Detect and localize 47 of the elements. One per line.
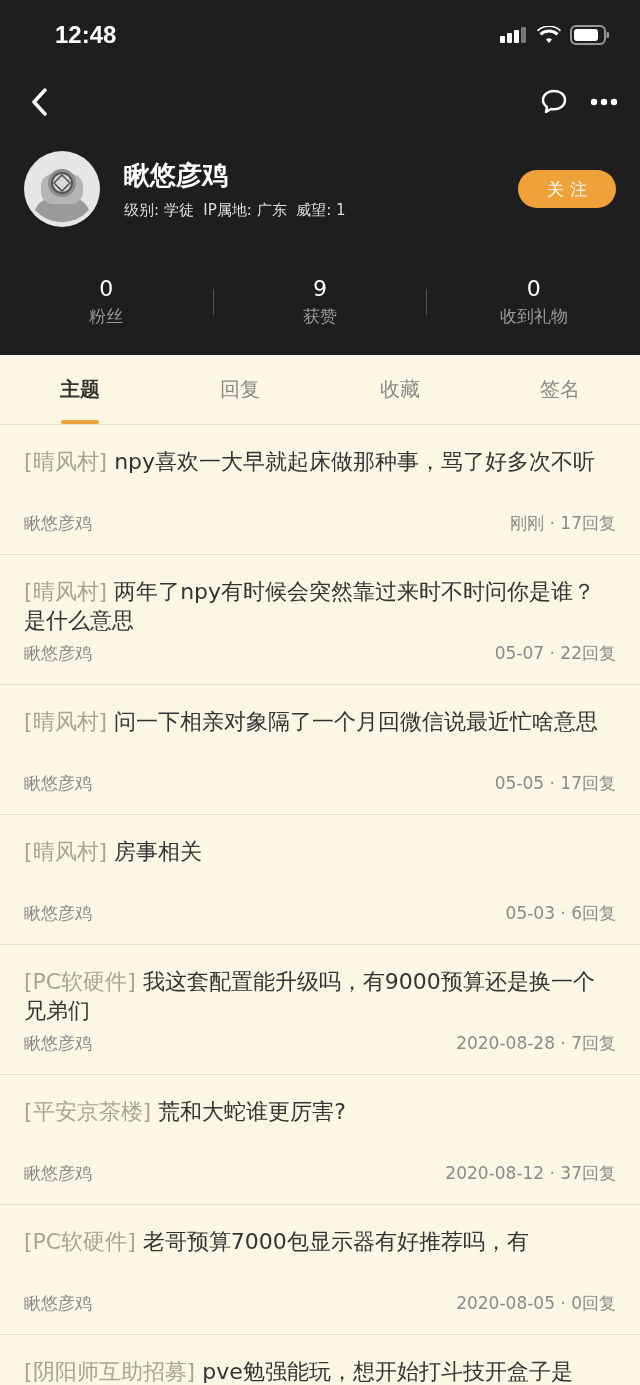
post-title: [PC软硬件] 老哥预算7000包显示器有好推荐吗，有 bbox=[24, 1228, 530, 1256]
post-item[interactable]: [平安京茶楼] 荒和大蛇谁更厉害? 瞅悠彦鸡 2020-08-12 · 37回复 bbox=[0, 1075, 640, 1205]
wifi-icon bbox=[537, 26, 561, 44]
tab[interactable]: 主题 bbox=[0, 355, 160, 424]
post-meta: 刚刚 · 17回复 bbox=[510, 512, 616, 535]
post-title: [阴阳师互助招募] pve勉强能玩，想开始打斗技开盒子是 bbox=[24, 1358, 574, 1385]
more-icon[interactable] bbox=[590, 98, 618, 106]
post-title: [晴风村] 两年了npy有时候会突然靠过来时不时问你是谁？是什么意思 bbox=[24, 578, 597, 635]
stat-label: 粉丝 bbox=[89, 305, 124, 328]
post-author: 瞅悠彦鸡 bbox=[24, 642, 92, 665]
post-title: [平安京茶楼] 荒和大蛇谁更厉害? bbox=[24, 1098, 347, 1126]
stat-value: 9 bbox=[313, 276, 327, 301]
post-meta: 2020-08-05 · 0回复 bbox=[456, 1292, 616, 1315]
user-name: 瞅悠彦鸡 bbox=[124, 159, 229, 192]
post-item[interactable]: [晴风村] npy喜欢一大早就起床做那种事，骂了好多次不听 瞅悠彦鸡 刚刚 · 17回复 bbox=[0, 425, 640, 555]
post-item[interactable]: [晴风村] 房事相关 瞅悠彦鸡 05-03 · 6回复 bbox=[0, 815, 640, 945]
status-time: 12:48 bbox=[55, 21, 117, 49]
post-author: 瞅悠彦鸡 bbox=[24, 772, 92, 795]
post-title: [晴风村] 问一下相亲对象隔了一个月回微信说最近忙啥意思 bbox=[24, 708, 600, 736]
user-info: 级别: 学徒 IP属地: 广东 威望: 1 bbox=[124, 201, 347, 220]
post-meta: 2020-08-12 · 37回复 bbox=[445, 1162, 616, 1185]
post-meta: 05-07 · 22回复 bbox=[494, 642, 616, 665]
post-item[interactable]: [晴风村] 问一下相亲对象隔了一个月回微信说最近忙啥意思 瞅悠彦鸡 05-05 · 17回复 bbox=[0, 685, 640, 815]
post-meta: 05-03 · 6回复 bbox=[505, 902, 616, 925]
stat-label: 收到礼物 bbox=[499, 305, 568, 328]
post-title: [晴风村] 房事相关 bbox=[24, 838, 204, 866]
post-item[interactable]: [阴阳师互助招募] pve勉强能玩，想开始打斗技开盒子是 bbox=[0, 1335, 640, 1385]
post-item[interactable]: [PC软硬件] 我这套配置能升级吗，有9000预算还是换一个兄弟们 瞅悠彦鸡 2020-08-28 · 7回复 bbox=[0, 945, 640, 1075]
post-author: 瞅悠彦鸡 bbox=[24, 1162, 92, 1185]
stat-value: 0 bbox=[99, 276, 114, 301]
post-author: 瞅悠彦鸡 bbox=[24, 1292, 92, 1315]
post-item[interactable]: [晴风村] 两年了npy有时候会突然靠过来时不时问你是谁？是什么意思 瞅悠彦鸡 05-07 · 22回复 bbox=[0, 555, 640, 685]
stat-value: 0 bbox=[526, 276, 541, 301]
post-title: [PC软硬件] 我这套配置能升级吗，有9000预算还是换一个兄弟们 bbox=[24, 968, 596, 1025]
post-title: [晴风村] npy喜欢一大早就起床做那种事，骂了好多次不听 bbox=[24, 448, 597, 476]
post-author: 瞅悠彦鸡 bbox=[24, 512, 92, 535]
post-meta: 2020-08-28 · 7回复 bbox=[456, 1032, 616, 1055]
post-item[interactable]: [PC软硬件] 老哥预算7000包显示器有好推荐吗，有 瞅悠彦鸡 2020-08-05 · 0回复 bbox=[0, 1205, 640, 1335]
signal-icon bbox=[500, 26, 528, 44]
post-meta: 05-05 · 17回复 bbox=[494, 772, 616, 795]
chat-bubble-icon[interactable] bbox=[540, 88, 568, 116]
post-author: 瞅悠彦鸡 bbox=[24, 1032, 92, 1055]
avatar-icon[interactable] bbox=[23, 150, 101, 228]
battery-icon bbox=[570, 25, 610, 45]
stat-label: 获赞 bbox=[303, 305, 337, 328]
post-author: 瞅悠彦鸡 bbox=[24, 902, 92, 925]
back-icon[interactable] bbox=[30, 87, 48, 117]
